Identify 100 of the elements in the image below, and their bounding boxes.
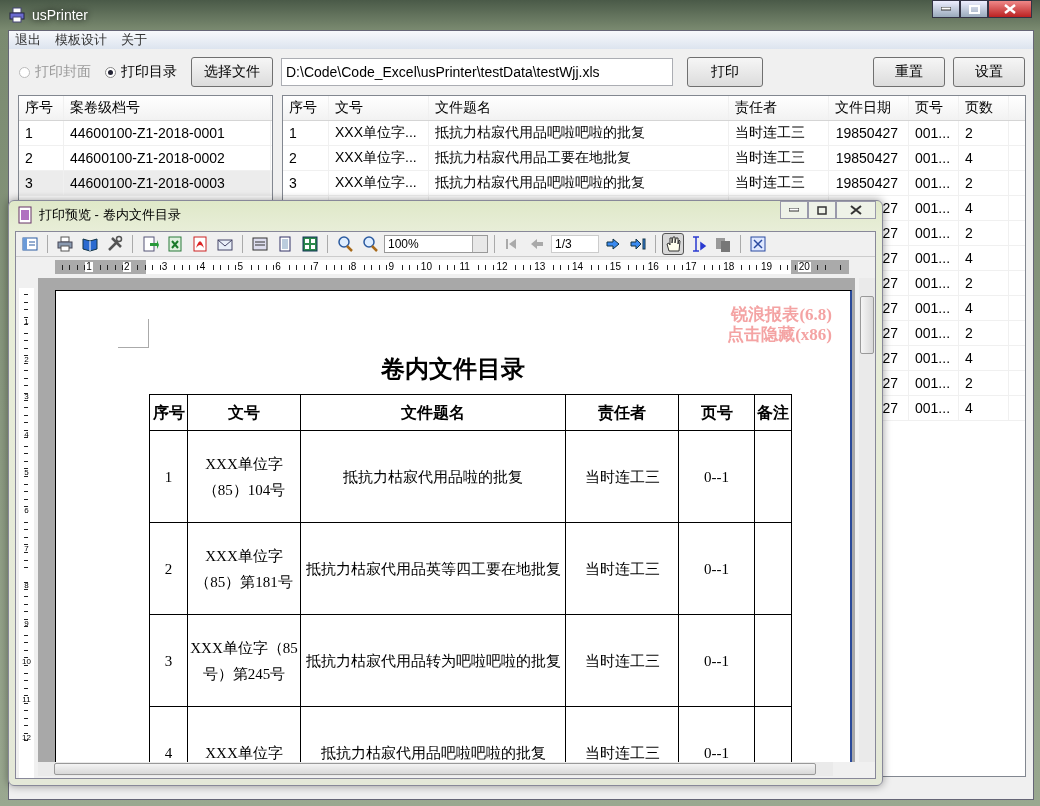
table-cell: 抵抗力枯寂代用品转为吧啦吧啦的批复	[300, 614, 566, 707]
printer-button[interactable]	[54, 233, 76, 255]
column-header[interactable]: 序号	[19, 96, 64, 120]
table-cell: 1	[19, 121, 64, 145]
file-path-field[interactable]: D:\Code\Code_Excel\usPrinter\testData\testWjj.xls	[281, 58, 673, 86]
column-header: 序号	[149, 394, 188, 431]
page-field[interactable]: 1/3	[551, 235, 599, 253]
ruler-number: 7	[312, 262, 320, 272]
radio-option[interactable]: 打印目录	[105, 63, 177, 81]
tools-icon	[106, 235, 124, 253]
minimize-button[interactable]	[932, 0, 960, 18]
ruler-number: 3	[160, 262, 169, 272]
ruler-number: 3	[24, 392, 29, 402]
table-cell: 001...	[915, 350, 951, 366]
ruler-number: 2	[123, 262, 131, 272]
menu-item[interactable]: 关于	[121, 31, 147, 49]
column-header[interactable]: 案卷级档号	[64, 96, 271, 120]
table-cell: 当时连工三	[565, 430, 679, 523]
ruler-number: 12	[495, 262, 509, 272]
book-icon	[81, 235, 99, 253]
column-header[interactable]: 文号	[329, 96, 429, 120]
maximize-icon	[817, 205, 827, 215]
horizontal-scrollbar[interactable]	[38, 762, 833, 776]
column-header[interactable]: 序号	[283, 96, 329, 120]
ruler-number: 15	[608, 262, 622, 272]
menu-item[interactable]: 模板设计	[55, 31, 107, 49]
ruler-number: 8	[24, 581, 29, 591]
maximize-button[interactable]	[960, 0, 988, 18]
ruler-number: 6	[274, 262, 282, 272]
table-cell: 0--1	[678, 522, 755, 615]
column-header[interactable]: 文件题名	[429, 96, 729, 120]
table-cell: 2	[965, 375, 973, 391]
vertical-scrollbar[interactable]	[859, 278, 875, 762]
grid-button[interactable]	[299, 233, 321, 255]
column-header: 页号	[678, 394, 755, 431]
printer-icon	[8, 6, 26, 24]
table-cell: 3	[149, 614, 188, 707]
maximize-button[interactable]	[808, 201, 836, 219]
close-button[interactable]	[836, 201, 876, 219]
close-button[interactable]	[747, 233, 769, 255]
last-page-icon	[629, 235, 647, 253]
column-header: 备注	[754, 394, 792, 431]
table-cell: 抵抗力枯寂代用品工要在地批复	[435, 149, 631, 167]
table-cell: 27	[882, 250, 898, 266]
report-title: 卷内文件目录	[381, 356, 525, 382]
table-cell: 1	[289, 125, 297, 141]
window-title: usPrinter	[32, 7, 89, 23]
table-cell: 27	[882, 200, 898, 216]
table-cell: 4	[965, 250, 973, 266]
page-icon	[276, 235, 294, 253]
ruler-number: 13	[533, 262, 547, 272]
table-cell: 001...	[915, 225, 951, 241]
table-cell: 当时连工三	[565, 522, 679, 615]
ruler-number: 9	[24, 619, 29, 629]
settings-button[interactable]: 设置	[953, 57, 1025, 87]
table-cell: 19850427	[835, 125, 898, 141]
close-button[interactable]	[988, 0, 1032, 18]
close-icon	[749, 235, 767, 253]
menu-item[interactable]: 退出	[15, 31, 41, 49]
table-cell: 当时连工三	[735, 124, 805, 142]
ruler-number: 4	[24, 430, 29, 440]
ruler-number: 5	[24, 468, 29, 477]
table-cell: 2	[965, 275, 973, 291]
choose-file-button[interactable]: 选择文件	[191, 57, 273, 87]
ruler-number: 5	[236, 262, 244, 272]
table-cell: 001...	[915, 150, 951, 166]
table-cell: 当时连工三	[735, 149, 805, 167]
table-cell: 抵抗力枯寂代用品英等四工要在地批复	[300, 522, 566, 615]
table-cell: 2	[19, 146, 64, 170]
ruler-number: 16	[646, 262, 660, 272]
column-header[interactable]: 页号	[909, 96, 959, 120]
minimize-icon	[789, 208, 799, 212]
ruler-number: 10	[22, 656, 31, 666]
table-cell: 2	[965, 175, 973, 191]
table-cell: 27	[882, 350, 898, 366]
column-header: 文件题名	[300, 394, 566, 431]
grid-icon	[301, 235, 319, 253]
column-header[interactable]: 页数	[959, 96, 1009, 120]
zoom-out-icon	[361, 235, 379, 253]
column-header: 责任者	[565, 394, 679, 431]
column-header[interactable]: 文件日期	[829, 96, 909, 120]
zoom-dropdown[interactable]: 100%	[384, 235, 488, 253]
ruler-number: 10	[419, 262, 433, 272]
table-cell: 4	[965, 400, 973, 416]
table-cell: 001...	[915, 125, 951, 141]
table-cell: 001...	[915, 400, 951, 416]
table-cell: 0--1	[678, 430, 755, 523]
ruler-number: 1	[85, 262, 93, 272]
table-cell: 27	[882, 275, 898, 291]
table-cell: XXX单位字...	[335, 149, 417, 167]
table-cell: 2	[965, 225, 973, 241]
hand-tool-button[interactable]	[662, 233, 684, 255]
ruler-number: 20	[797, 262, 811, 272]
crop-mark	[118, 319, 149, 348]
reset-button[interactable]: 重置	[873, 57, 945, 87]
table-cell: XXX单位字（85）第181号	[187, 522, 301, 615]
column-header[interactable]: 责任者	[729, 96, 829, 120]
ruler-number: 11	[458, 262, 471, 272]
table-cell: 27	[882, 300, 898, 316]
print-button[interactable]: 打印	[687, 57, 763, 87]
